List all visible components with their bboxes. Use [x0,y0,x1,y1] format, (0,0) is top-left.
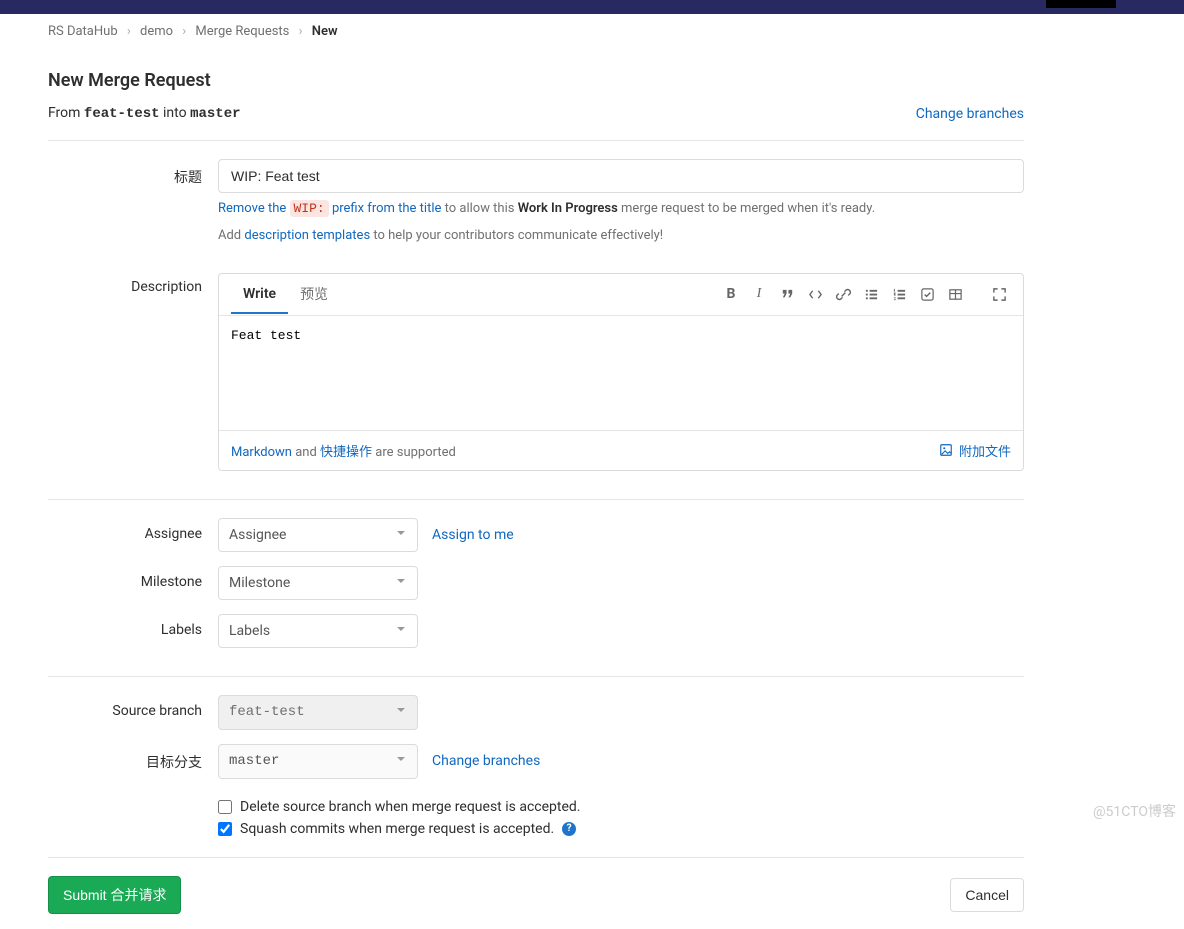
breadcrumb-current: New [312,24,338,39]
watermark: @51CTO博客 [1093,801,1176,821]
change-branches-link-2[interactable]: Change branches [432,753,540,769]
breadcrumb-sep: › [127,24,131,39]
link-icon[interactable] [831,282,855,306]
branch-summary: From feat-test into master [48,105,241,122]
description-editor: Write 预览 B I [218,273,1024,471]
delete-source-label: Delete source branch when merge request … [240,799,580,815]
wip-hint: Remove the WIP: prefix from the title to… [218,199,1024,220]
delete-source-checkbox-row[interactable]: Delete source branch when merge request … [218,799,1024,815]
code-icon[interactable] [803,282,827,306]
target-branch-value: master [229,753,279,769]
image-icon [939,443,953,457]
squash-checkbox-row[interactable]: Squash commits when merge request is acc… [218,821,1024,837]
chevron-down-icon [395,575,407,591]
wip-pre: Remove the [218,201,290,216]
info-icon[interactable]: ? [562,822,576,836]
target-branch-select[interactable]: master [218,744,418,779]
divider [48,499,1024,500]
labels-placeholder: Labels [229,623,270,639]
task-list-icon[interactable] [915,282,939,306]
wip-strong: Work In Progress [518,201,618,216]
into-label: into [163,105,187,121]
divider [48,676,1024,677]
assignee-label: Assignee [48,518,218,542]
assignee-placeholder: Assignee [229,527,286,543]
assignee-select[interactable]: Assignee [218,518,418,552]
from-label: From [48,105,80,121]
change-branches-link[interactable]: Change branches [916,106,1024,122]
milestone-select[interactable]: Milestone [218,566,418,600]
bullet-list-icon[interactable] [859,282,883,306]
labels-select[interactable]: Labels [218,614,418,648]
title-input[interactable] [218,159,1024,193]
breadcrumb-item-0[interactable]: RS DataHub [48,24,118,39]
target-branch-label: 目标分支 [48,744,218,772]
markdown-link[interactable]: Markdown [231,445,292,460]
numbered-list-icon[interactable] [887,282,911,306]
table-icon[interactable] [943,282,967,306]
editor-footer-hint: Markdown and 快捷操作 are supported [231,441,456,460]
squash-label: Squash commits when merge request is acc… [240,821,554,837]
tab-write[interactable]: Write [231,276,288,314]
wip-mid: prefix from the title [329,201,442,216]
tab-preview[interactable]: 预览 [288,274,340,316]
topbar [0,0,1184,14]
description-label: Description [48,271,218,295]
description-textarea[interactable] [219,316,1023,426]
chevron-down-icon [395,623,407,639]
breadcrumb-sep: › [299,24,303,39]
empty-label [48,793,218,801]
cancel-button[interactable]: Cancel [950,878,1024,912]
source-branch-name: feat-test [84,106,160,122]
breadcrumb-item-1[interactable]: demo [140,24,173,39]
description-templates-link[interactable]: description templates [244,228,370,243]
shortcut-link[interactable]: 快捷操作 [320,445,372,460]
quote-icon[interactable] [775,282,799,306]
wip-t1: to allow this [441,201,517,216]
tmpl-post: to help your contributors communicate ef… [370,228,663,243]
remove-wip-link[interactable]: Remove the WIP: prefix from the title [218,200,441,217]
chevron-down-icon [395,753,407,770]
tmpl-pre: Add [218,228,244,243]
templates-hint: Add description templates to help your c… [218,226,1024,247]
attach-file-button[interactable]: 附加文件 [939,441,1011,460]
wip-t2: merge request to be merged when it's rea… [618,201,875,216]
assign-to-me-link[interactable]: Assign to me [432,527,514,543]
labels-label: Labels [48,614,218,638]
attach-label: 附加文件 [959,441,1011,460]
milestone-placeholder: Milestone [229,575,290,591]
submit-button[interactable]: Submit 合并请求 [48,876,181,914]
wip-code: WIP: [290,200,329,217]
milestone-label: Milestone [48,566,218,590]
fullscreen-icon[interactable] [987,282,1011,306]
chevron-down-icon [395,527,407,543]
and-text: and [292,445,320,460]
suffix-text: are supported [372,445,456,460]
squash-checkbox[interactable] [218,822,232,836]
source-branch-label: Source branch [48,695,218,719]
source-branch-value: feat-test [229,704,305,720]
target-branch-name: master [190,106,240,122]
topbar-badge [1046,0,1116,8]
delete-source-checkbox[interactable] [218,800,232,814]
source-branch-select[interactable]: feat-test [218,695,418,730]
bold-icon[interactable]: B [719,282,743,306]
page-title: New Merge Request [48,70,1024,91]
italic-icon[interactable]: I [747,282,771,306]
chevron-down-icon [395,704,407,721]
title-label: 标题 [48,159,218,187]
breadcrumb-sep: › [182,24,186,39]
breadcrumb: RS DataHub › demo › Merge Requests › New [48,14,1024,48]
breadcrumb-item-2[interactable]: Merge Requests [195,24,289,39]
